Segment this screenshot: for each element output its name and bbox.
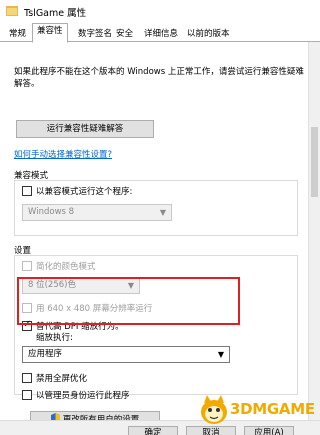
scrollbar-thumb[interactable] — [311, 127, 318, 197]
run-as-admin-checkbox[interactable]: 以管理员身份运行此程序 — [22, 390, 130, 402]
compat-os-select[interactable]: Windows 8 ▼ — [22, 204, 172, 221]
tab-compatibility[interactable]: 兼容性 — [32, 23, 68, 43]
dpi-scaling-select-value: 应用程序 — [28, 349, 63, 359]
reduced-color-label: 简化的颜色模式 — [36, 262, 96, 272]
compat-description: 如果此程序不能在这个版本的 Windows 上正常工作，请尝试运行兼容性疑难解答… — [14, 67, 304, 89]
tab-details[interactable]: 详细信息 — [139, 26, 183, 42]
run-as-admin-label: 以管理员身份运行此程序 — [36, 391, 130, 401]
fullscreen-opt-checkbox[interactable]: 禁用全屏优化 — [22, 373, 87, 385]
reduced-color-checkbox[interactable]: 简化的颜色模式 — [22, 261, 96, 273]
dpi-scaling-sublabel: 缩放执行: — [36, 333, 73, 343]
chevron-down-icon: ▼ — [159, 208, 166, 217]
tab-previous-versions[interactable]: 以前的版本 — [182, 26, 235, 42]
dpi-highlight-box — [17, 277, 240, 325]
chevron-down-icon: ▼ — [217, 350, 224, 359]
watermark-text: 3DMGAME — [230, 400, 315, 418]
compat-mode-checkbox-label: 以兼容模式运行这个程序: — [36, 187, 133, 197]
tab-strip: 常规 兼容性 数字签名 安全 详细信息 以前的版本 — [0, 22, 320, 43]
title-bar: TslGame 属性 — [0, 0, 320, 22]
compatibility-panel: 如果此程序不能在这个版本的 Windows 上正常工作，请尝试运行兼容性疑难解答… — [0, 42, 320, 435]
ok-button[interactable]: 确定 — [128, 426, 178, 435]
app-icon — [6, 6, 18, 16]
compat-os-select-value: Windows 8 — [28, 207, 75, 217]
scrollbar[interactable] — [308, 42, 320, 435]
compat-mode-checkbox-box[interactable] — [22, 186, 32, 196]
tab-general[interactable]: 常规 — [4, 26, 31, 42]
compat-mode-checkbox[interactable]: 以兼容模式运行这个程序: — [22, 186, 132, 198]
run-troubleshooter-button[interactable]: 运行兼容性疑难解答 — [16, 120, 154, 138]
watermark-mascot-icon — [201, 395, 227, 424]
window-title: TslGame 属性 — [24, 8, 87, 19]
tab-security[interactable]: 安全 — [111, 26, 138, 42]
fullscreen-opt-label: 禁用全屏优化 — [36, 374, 88, 384]
manual-settings-link[interactable]: 如何手动选择兼容性设置? — [14, 148, 112, 160]
watermark: 3DMGAME — [196, 390, 320, 430]
dpi-scaling-select[interactable]: 应用程序 ▼ — [22, 346, 230, 363]
